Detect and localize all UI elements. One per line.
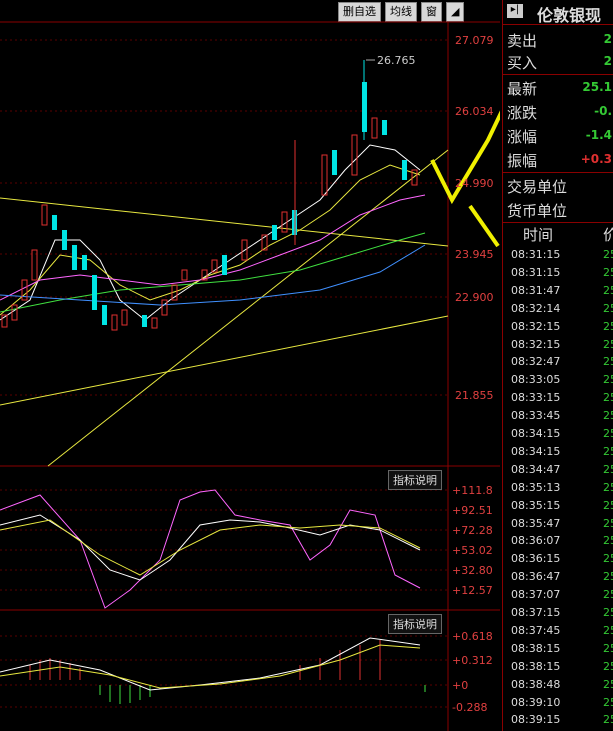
ask-label: 买入 (507, 54, 538, 72)
osc1-axis-label: +72.28 (452, 524, 493, 537)
tick-time: 08:38:48 (511, 677, 561, 691)
tick-time: 08:33:15 (511, 391, 561, 405)
price-axis-label: 21.855 (455, 389, 494, 402)
tick-time: 08:35:47 (511, 516, 561, 530)
tick-time: 08:31:15 (511, 248, 561, 261)
high-price-label: 26.765 (377, 54, 416, 67)
indicator-help-button[interactable]: 指标说明 (388, 470, 442, 490)
osc2-axis-label: +0 (452, 679, 469, 692)
tick-price: 25 (603, 283, 613, 297)
amplitude-label: 振幅 (507, 152, 538, 170)
tick-time: 08:32:47 (511, 355, 561, 369)
tick-price: 25 (603, 552, 613, 566)
tick-price: 25 (603, 480, 613, 494)
osc1-axis-label: +53.02 (452, 544, 493, 557)
price-axis-label: 22.900 (455, 291, 494, 304)
tick-time: 08:36:47 (511, 570, 561, 584)
tick-price: 25 (603, 248, 613, 261)
tick-time: 08:39:10 (511, 695, 561, 709)
last-value: 25.1 (582, 80, 612, 94)
tick-time: 08:36:15 (511, 552, 561, 566)
tick-price: 25 (603, 659, 613, 673)
ask-value: 2 (603, 54, 612, 68)
tick-time: 08:32:15 (511, 319, 561, 333)
tick-header-price: 价 (603, 226, 613, 244)
instrument-title: 伦敦银现 (537, 6, 602, 25)
osc1-axis-label: +32.80 (452, 564, 493, 577)
tick-price: 25 (603, 641, 613, 655)
quote-panel: ▸| 伦敦银现 卖出 2 买入 2 最新 25.1 涨跌 -0. 涨幅 -1.4… (502, 0, 613, 731)
tick-price: 25 (603, 588, 613, 602)
tick-time: 08:33:05 (511, 373, 561, 387)
tick-time: 08:36:07 (511, 534, 561, 548)
currency-unit-label: 货币单位 (507, 202, 568, 220)
tick-price: 25 (603, 498, 613, 512)
indicator-help-button-2[interactable]: 指标说明 (388, 614, 442, 634)
tick-time: 08:38:15 (511, 659, 561, 673)
osc1-axis-label: +111.8 (452, 484, 493, 497)
bid-label: 卖出 (507, 32, 538, 50)
tick-time: 08:35:15 (511, 498, 561, 512)
price-axis-label: 23.945 (455, 248, 494, 261)
tick-price: 25 (603, 462, 613, 476)
amplitude-value: +0.3 (580, 152, 612, 166)
tick-price: 25 (603, 427, 613, 440)
osc2-axis-label: +0.618 (452, 630, 493, 643)
tick-price: 25 (603, 444, 613, 458)
price-axis-label: 26.034 (455, 105, 494, 118)
tick-price: 25 (603, 265, 613, 279)
tick-price: 25 (603, 373, 613, 387)
tick-header-time: 时间 (523, 226, 554, 244)
bid-value: 2 (603, 32, 612, 46)
tick-price: 25 (603, 301, 613, 315)
tick-time: 08:32:15 (511, 337, 561, 351)
change-value: -0. (594, 104, 612, 118)
tick-price: 25 (603, 391, 613, 405)
osc1-axis-label: +92.51 (452, 504, 493, 517)
tick-price: 25 (603, 516, 613, 530)
tick-time: 08:34:47 (511, 462, 561, 476)
price-axis-label: 24.990 (455, 177, 494, 190)
tick-time: 08:38:15 (511, 641, 561, 655)
change-pct-label: 涨幅 (507, 128, 538, 146)
tick-time: 08:32:14 (511, 301, 561, 315)
last-label: 最新 (507, 80, 538, 98)
tick-price: 25 (603, 713, 613, 727)
price-axis-label: 27.079 (455, 34, 494, 47)
tick-price: 25 (603, 606, 613, 619)
tick-time: 08:33:45 (511, 409, 561, 423)
tick-price: 25 (603, 570, 613, 584)
tick-time: 08:34:15 (511, 444, 561, 458)
collapse-icon[interactable]: ▸| (507, 4, 523, 18)
change-pct-value: -1.4 (585, 128, 612, 142)
tick-time: 08:37:15 (511, 606, 561, 619)
tick-time: 08:35:13 (511, 480, 561, 494)
tick-price: 25 (603, 409, 613, 423)
tick-time: 08:37:07 (511, 588, 561, 602)
osc1-axis-label: +12.57 (452, 584, 493, 597)
trade-unit-label: 交易单位 (507, 178, 568, 196)
osc2-axis-label: -0.288 (452, 701, 488, 714)
tick-price: 25 (603, 677, 613, 691)
tick-price: 25 (603, 534, 613, 548)
osc2-axis-label: +0.312 (452, 654, 493, 667)
change-label: 涨跌 (507, 104, 538, 122)
tick-time: 08:34:15 (511, 427, 561, 440)
tick-time: 08:31:15 (511, 265, 561, 279)
tick-price: 25 (603, 695, 613, 709)
tick-time: 08:39:15 (511, 713, 561, 727)
tick-time: 08:37:45 (511, 623, 561, 637)
tick-time: 08:31:47 (511, 283, 561, 297)
tick-price: 25 (603, 319, 613, 333)
tick-price: 25 (603, 337, 613, 351)
tick-price: 25 (603, 355, 613, 369)
tick-price: 25 (603, 623, 613, 637)
